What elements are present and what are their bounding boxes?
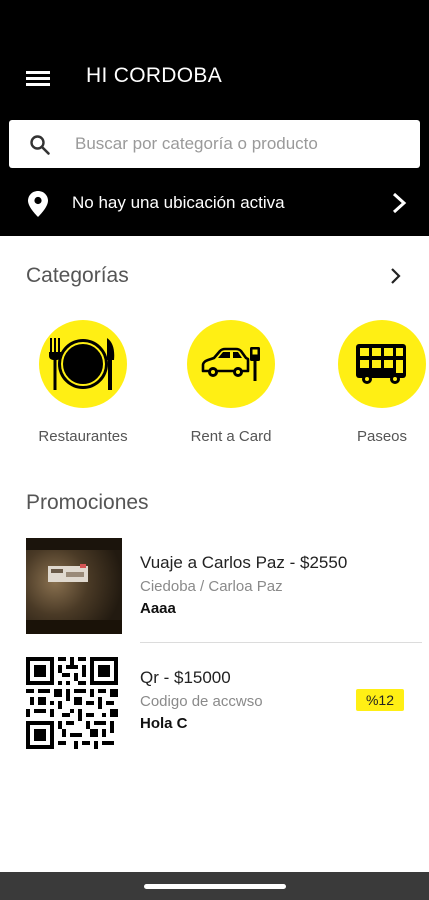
category-restaurantes[interactable]: Restaurantes [23,320,143,450]
location-pin-icon [28,191,48,217]
category-label: Restaurantes [38,428,128,445]
category-label: Paseos [356,428,408,445]
promotions-title: Promociones [26,491,149,514]
search-bar[interactable] [9,120,420,168]
promotion-item[interactable]: Vuaje a Carlos Paz - $2550 Ciedoba / Car… [0,538,429,638]
promotion-store: Hola C [140,715,188,732]
plate-cutlery-icon [39,320,127,408]
promotion-subtitle: Ciedoba / Carloa Paz [140,578,283,595]
chevron-right-icon [392,192,407,214]
promotion-thumbnail [26,538,122,634]
promotion-subtitle: Codigo de accwso [140,693,263,710]
hamburger-icon [26,71,50,86]
bus-icon [338,320,426,408]
category-paseos[interactable]: Paseos [322,320,429,450]
category-rent-a-card[interactable]: Rent a Card [171,320,291,450]
location-text: No hay una ubicación activa [72,193,285,212]
divider [140,642,422,643]
search-input[interactable] [73,120,405,168]
car-rental-icon [187,320,275,408]
app-header: HI CORDOBA No hay una ubicación activa [0,0,429,236]
system-nav-bar [0,872,429,900]
category-label: Rent a Card [190,428,272,445]
menu-button[interactable] [26,66,52,90]
qr-code-icon [26,653,118,749]
discount-badge: %12 [356,689,404,711]
promotion-thumbnail [26,653,118,749]
categories-more-button[interactable] [386,266,406,286]
categories-title: Categorías [26,264,129,287]
promotion-title: Vuaje a Carlos Paz - $2550 [140,553,348,572]
promotion-store: Aaaa [140,600,176,617]
app-title: HI CORDOBA [86,64,223,87]
promotion-title: Qr - $15000 [140,668,231,687]
home-indicator[interactable] [144,884,286,889]
chevron-right-icon [391,268,401,284]
search-icon [30,135,50,155]
location-selector[interactable]: No hay una ubicación activa [0,180,429,226]
